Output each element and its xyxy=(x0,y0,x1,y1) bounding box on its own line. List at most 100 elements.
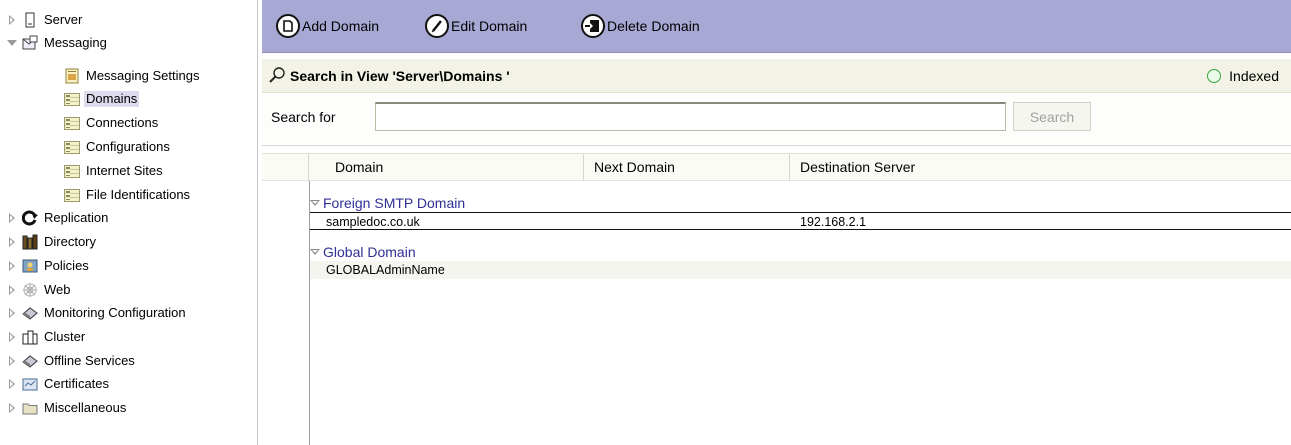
tree-item-policies[interactable]: Policies xyxy=(6,256,91,276)
web-icon xyxy=(22,282,38,298)
folder-icon xyxy=(22,400,38,416)
tree-item-connections[interactable]: Connections xyxy=(64,113,160,133)
search-button[interactable]: Search xyxy=(1013,102,1091,131)
tree-item-file-identifications[interactable]: File Identifications xyxy=(64,185,192,205)
tree-item-domains[interactable]: Domains xyxy=(64,89,140,109)
domains-view: Add Domain Edit Domain Delete Domain Sea… xyxy=(262,0,1291,445)
tree-item-label: Certificates xyxy=(44,376,110,391)
tree-item-label: Messaging xyxy=(44,35,107,50)
search-view-header: Search in View 'Server\Domains ' Indexed xyxy=(262,59,1291,93)
domains-grid: Domain Next Domain Destination Server Fo… xyxy=(262,146,1291,445)
tree-item-label: Server xyxy=(44,12,83,27)
category-row[interactable]: Foreign SMTP Domain xyxy=(310,194,465,212)
collapse-arrow-icon[interactable] xyxy=(6,37,18,49)
tree-item-label: Internet Sites xyxy=(86,163,163,178)
tree-item-label: Configurations xyxy=(86,139,170,154)
edit-domain-label: Edit Domain xyxy=(451,18,528,34)
server-icon xyxy=(22,12,38,28)
add-domain-label: Add Domain xyxy=(302,18,380,34)
magnifier-icon xyxy=(268,66,286,87)
indexed-status: Indexed xyxy=(1207,68,1279,84)
tree-item-cluster[interactable]: Cluster xyxy=(6,327,87,347)
expand-arrow-icon[interactable] xyxy=(6,212,18,224)
cell-domain: sampledoc.co.uk xyxy=(326,215,420,229)
indexed-label: Indexed xyxy=(1229,68,1279,84)
tree-item-label: Directory xyxy=(44,234,97,249)
expand-arrow-icon[interactable] xyxy=(6,236,18,248)
tree-item-label: Domains xyxy=(84,91,140,107)
replication-icon xyxy=(21,210,38,226)
tree-item-label: File Identifications xyxy=(86,187,191,202)
expand-arrow-icon[interactable] xyxy=(6,402,18,414)
view-icon xyxy=(64,140,80,154)
tree-item-web[interactable]: Web xyxy=(6,280,73,300)
expand-arrow-icon[interactable] xyxy=(6,307,18,319)
delete-domain-button[interactable]: Delete Domain xyxy=(581,12,700,40)
delete-icon xyxy=(581,14,605,38)
offline-services-icon xyxy=(22,353,38,369)
table-row[interactable]: sampledoc.co.uk 192.168.2.1 xyxy=(310,212,1291,230)
tree-item-offline-services[interactable]: Offline Services xyxy=(6,351,137,371)
tree-item-internet-sites[interactable]: Internet Sites xyxy=(64,161,165,181)
view-icon xyxy=(64,116,80,130)
tree-item-certificates[interactable]: Certificates xyxy=(6,374,111,394)
tree-item-label: Messaging Settings xyxy=(86,68,200,83)
search-for-label: Search for xyxy=(271,109,336,125)
navigation-tree: Server Messaging Messaging Settings Doma… xyxy=(0,0,258,445)
tree-item-monitoring-configuration[interactable]: Monitoring Configuration xyxy=(6,303,188,323)
tree-item-label: Connections xyxy=(86,115,159,130)
expand-arrow-icon[interactable] xyxy=(6,378,18,390)
expand-arrow-icon[interactable] xyxy=(6,14,18,26)
edit-pencil-icon xyxy=(425,14,449,38)
collapse-arrow-icon[interactable] xyxy=(310,198,320,208)
column-header-destination-server[interactable]: Destination Server xyxy=(790,154,1291,181)
search-row: Search for Search xyxy=(262,94,1291,146)
policies-icon xyxy=(22,258,38,274)
tree-item-server[interactable]: Server xyxy=(6,10,84,30)
tree-item-label: Policies xyxy=(44,258,89,273)
cell-domain: GLOBALAdminName xyxy=(326,263,445,277)
search-input[interactable] xyxy=(375,102,1006,131)
search-view-title: Search in View 'Server\Domains ' xyxy=(290,68,510,84)
tree-item-miscellaneous[interactable]: Miscellaneous xyxy=(6,398,128,418)
tree-item-messaging[interactable]: Messaging xyxy=(6,33,109,53)
settings-doc-icon xyxy=(64,68,80,84)
column-header-domain[interactable]: Domain xyxy=(309,154,584,181)
tree-item-replication[interactable]: Replication xyxy=(6,208,110,228)
action-toolbar: Add Domain Edit Domain Delete Domain xyxy=(262,0,1291,53)
edit-domain-button[interactable]: Edit Domain xyxy=(425,12,527,40)
view-icon xyxy=(64,92,80,106)
messaging-icon xyxy=(22,35,38,51)
expand-arrow-icon[interactable] xyxy=(6,284,18,296)
tree-item-label: Cluster xyxy=(44,329,86,344)
tree-item-label: Offline Services xyxy=(44,353,135,368)
add-domain-button[interactable]: Add Domain xyxy=(276,12,379,40)
status-dot-icon xyxy=(1207,69,1222,83)
expand-arrow-icon[interactable] xyxy=(6,331,18,343)
column-header-next-domain[interactable]: Next Domain xyxy=(584,154,790,181)
certificates-icon xyxy=(22,376,38,392)
collapse-arrow-icon[interactable] xyxy=(310,247,320,257)
delete-domain-label: Delete Domain xyxy=(607,18,700,34)
category-label: Global Domain xyxy=(323,244,416,260)
cluster-icon xyxy=(22,329,38,345)
tree-item-configurations[interactable]: Configurations xyxy=(64,137,172,157)
tree-item-label: Monitoring Configuration xyxy=(44,305,186,320)
tree-item-messaging-settings[interactable]: Messaging Settings xyxy=(64,66,201,86)
column-header-spacer xyxy=(262,154,309,181)
grid-header: Domain Next Domain Destination Server xyxy=(262,153,1291,181)
add-domain-icon xyxy=(276,14,300,38)
monitoring-icon xyxy=(22,305,38,321)
tree-item-label: Web xyxy=(44,282,71,297)
directory-icon xyxy=(22,234,38,250)
tree-item-label: Replication xyxy=(44,210,109,225)
view-icon xyxy=(64,164,80,178)
cell-destination-server: 192.168.2.1 xyxy=(800,215,867,229)
expand-arrow-icon[interactable] xyxy=(6,260,18,272)
category-label: Foreign SMTP Domain xyxy=(323,195,466,211)
tree-item-label: Miscellaneous xyxy=(44,400,127,415)
category-row[interactable]: Global Domain xyxy=(310,243,416,261)
expand-arrow-icon[interactable] xyxy=(6,355,18,367)
tree-item-directory[interactable]: Directory xyxy=(6,232,98,252)
table-row[interactable]: GLOBALAdminName xyxy=(310,261,1291,279)
